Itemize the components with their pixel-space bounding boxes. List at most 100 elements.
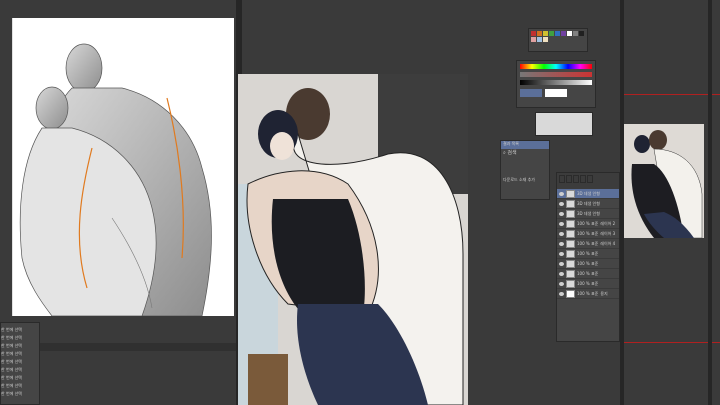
layer-name: 100 % 표준 xyxy=(577,260,599,266)
color-swatch[interactable] xyxy=(531,37,536,42)
folder-icon xyxy=(566,269,575,278)
color-swatch[interactable] xyxy=(549,31,554,36)
left-tool-row[interactable]: 한 번에 선택 xyxy=(1,327,39,335)
layer-name: 100 % 표준 xyxy=(577,280,599,286)
right-divider[interactable] xyxy=(620,0,624,405)
material-panel: 결과 목록 ⌕ 검색 다운로드 소재 추가 xyxy=(500,140,550,200)
visibility-icon[interactable] xyxy=(559,221,564,226)
layer-name: 100 % 표준 xyxy=(577,220,599,226)
layer-tool-button[interactable] xyxy=(566,175,572,183)
layer-thumbnail-icon xyxy=(566,239,575,248)
reference-canvas[interactable] xyxy=(12,18,234,316)
color-swatch[interactable] xyxy=(543,31,548,36)
layer-row[interactable]: 100 % 표준 용지 xyxy=(557,289,619,299)
layer-name: 3D 데생 인형 xyxy=(577,210,600,216)
folder-icon xyxy=(566,259,575,268)
layer-row[interactable]: 3D 데생 인형 xyxy=(557,199,619,209)
layer-subname: 레이어 3 xyxy=(600,230,616,236)
color-swatch[interactable] xyxy=(543,37,548,42)
color-swatch[interactable] xyxy=(567,31,572,36)
color-swatch[interactable] xyxy=(561,31,566,36)
left-tool-row[interactable]: 한 번에 선택 xyxy=(1,351,39,359)
layer-tool-button[interactable] xyxy=(573,175,579,183)
left-tool-row[interactable]: 한 번에 선택 xyxy=(1,383,39,391)
visibility-icon[interactable] xyxy=(559,211,564,216)
layer-name: 100 % 표준 xyxy=(577,290,599,296)
value-slider[interactable] xyxy=(520,80,592,85)
visibility-icon[interactable] xyxy=(559,231,564,236)
color-swatch[interactable] xyxy=(573,31,578,36)
color-slider-panel[interactable] xyxy=(516,60,596,108)
layer-name: 3D 데생 인형 xyxy=(577,200,600,206)
layer-row[interactable]: 3D 데생 인형 xyxy=(557,209,619,219)
layer-row[interactable]: 100 % 표준 레이어 2 xyxy=(557,219,619,229)
color-swatch[interactable] xyxy=(531,31,536,36)
color-set-panel[interactable] xyxy=(535,112,593,136)
sub-color-chip[interactable] xyxy=(545,89,567,97)
right-edge-divider xyxy=(708,0,712,405)
visibility-icon[interactable] xyxy=(559,201,564,206)
search-placeholder: 검색 xyxy=(507,150,517,156)
left-tool-row[interactable]: 한 번에 선택 xyxy=(1,367,39,375)
guide-line-bottom xyxy=(624,342,720,343)
layer-row[interactable]: 3D 데생 인형 xyxy=(557,189,619,199)
layer-tool-button[interactable] xyxy=(559,175,565,183)
layer-thumbnail-icon xyxy=(566,219,575,228)
search-icon: ⌕ xyxy=(503,150,506,156)
layer-tool-button[interactable] xyxy=(580,175,586,183)
3d-mannequin-figure xyxy=(12,18,212,316)
folder-icon xyxy=(566,279,575,288)
layer-thumbnail-icon xyxy=(566,199,575,208)
material-header[interactable]: 결과 목록 xyxy=(501,141,549,149)
visibility-icon[interactable] xyxy=(559,241,564,246)
layer-row[interactable]: 100 % 표준 xyxy=(557,279,619,289)
saturation-slider[interactable] xyxy=(520,72,592,77)
visibility-icon[interactable] xyxy=(559,291,564,296)
main-color-chip[interactable] xyxy=(520,89,542,97)
left-tool-panel: 한 번에 선택 한 번에 선택 한 번에 선택 한 번에 선택 한 번에 선택 … xyxy=(0,322,40,405)
reference-thumbnail[interactable] xyxy=(624,124,704,238)
hue-slider[interactable] xyxy=(520,64,592,69)
layer-tool-button[interactable] xyxy=(587,175,593,183)
color-swatch[interactable] xyxy=(537,37,542,42)
color-swatch[interactable] xyxy=(579,31,584,36)
layer-row[interactable]: 100 % 표준 레이어 4 xyxy=(557,239,619,249)
layer-thumbnail-icon xyxy=(566,289,575,298)
material-filter-row[interactable]: 다운로드 소재 추가 xyxy=(501,177,549,185)
left-tool-row[interactable]: 한 번에 선택 xyxy=(1,375,39,383)
left-tool-row[interactable]: 한 번에 선택 xyxy=(1,359,39,367)
visibility-icon[interactable] xyxy=(559,251,564,256)
color-swatch[interactable] xyxy=(537,31,542,36)
layer-thumbnail-icon xyxy=(566,189,575,198)
visibility-icon[interactable] xyxy=(559,271,564,276)
visibility-icon[interactable] xyxy=(559,191,564,196)
visibility-icon[interactable] xyxy=(559,281,564,286)
material-search-row[interactable]: ⌕ 검색 xyxy=(501,149,549,157)
visibility-icon[interactable] xyxy=(559,261,564,266)
layer-row[interactable]: 100 % 표준 xyxy=(557,269,619,279)
guide-line-top xyxy=(624,94,720,95)
left-tool-row[interactable]: 한 번에 선택 xyxy=(1,391,39,399)
layer-row[interactable]: 100 % 표준 xyxy=(557,249,619,259)
thumbnail-illustration xyxy=(624,124,704,238)
left-tool-row[interactable]: 한 번에 선택 xyxy=(1,343,39,351)
layer-name: 3D 데생 인형 xyxy=(577,190,600,196)
layer-thumbnail-icon xyxy=(566,229,575,238)
layer-name: 100 % 표준 xyxy=(577,270,599,276)
artwork-illustration xyxy=(238,74,468,405)
left-status-bar xyxy=(40,343,236,351)
layer-subname: 레이어 2 xyxy=(600,220,616,226)
folder-icon xyxy=(566,249,575,258)
swatch-panel[interactable] xyxy=(528,28,588,52)
left-tool-row[interactable]: 한 번에 선택 xyxy=(1,335,39,343)
layer-name: 100 % 표준 xyxy=(577,240,599,246)
layer-toolbar xyxy=(557,173,619,189)
layer-name: 100 % 표준 xyxy=(577,250,599,256)
layer-name: 100 % 표준 xyxy=(577,230,599,236)
color-swatch[interactable] xyxy=(555,31,560,36)
layer-row[interactable]: 100 % 표준 레이어 3 xyxy=(557,229,619,239)
layer-row[interactable]: 100 % 표준 xyxy=(557,259,619,269)
layer-subname: 레이어 4 xyxy=(600,240,616,246)
main-canvas[interactable] xyxy=(238,74,468,405)
layer-thumbnail-icon xyxy=(566,209,575,218)
